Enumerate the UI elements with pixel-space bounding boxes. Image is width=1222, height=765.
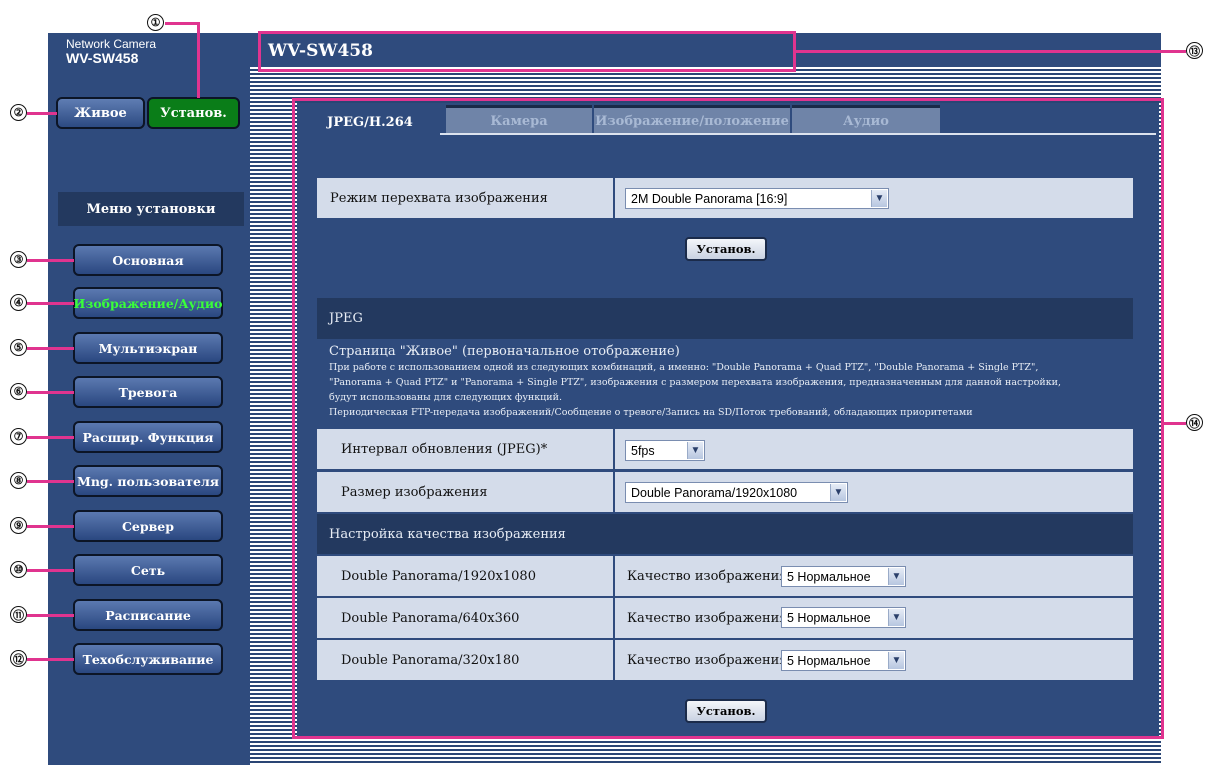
- callout-6: ⑥: [10, 383, 27, 400]
- callout-leader: [27, 347, 74, 350]
- callout-leader: [27, 112, 57, 115]
- menu-item-image-audio[interactable]: Изображение/Аудио: [73, 287, 223, 319]
- menu-item-server[interactable]: Сервер: [73, 510, 223, 542]
- brand-line1: Network Camera: [66, 37, 157, 51]
- callout-leader: [165, 22, 200, 25]
- menu-item-maintenance[interactable]: Техобслуживание: [73, 643, 223, 675]
- callout-leader: [27, 569, 74, 572]
- callout-8: ⑧: [10, 472, 27, 489]
- menu-item-network[interactable]: Сеть: [73, 554, 223, 586]
- callout-7: ⑦: [10, 428, 27, 445]
- callout-3: ③: [10, 251, 27, 268]
- callout-2: ②: [10, 104, 27, 121]
- header-highlight-box: [258, 31, 796, 72]
- live-button[interactable]: Живое: [56, 97, 145, 129]
- setup-button[interactable]: Установ.: [147, 97, 240, 129]
- setup-menu-title: Меню установки: [58, 192, 244, 226]
- callout-leader: [27, 259, 74, 262]
- callout-12: ⑫: [10, 650, 27, 667]
- callout-14: ⑭: [1186, 414, 1203, 431]
- menu-item-advanced[interactable]: Расшир. Функция: [73, 421, 223, 453]
- callout-13: ⑬: [1186, 42, 1203, 59]
- brand-model: WV-SW458: [66, 50, 139, 66]
- callout-5: ⑤: [10, 339, 27, 356]
- callout-leader: [27, 436, 74, 439]
- callout-leader: [27, 614, 74, 617]
- callout-1: ①: [147, 14, 164, 31]
- callout-4: ④: [10, 294, 27, 311]
- menu-item-user-mng[interactable]: Mng. пользователя: [73, 465, 223, 497]
- callout-leader: [197, 22, 200, 98]
- callout-leader: [1164, 422, 1186, 425]
- callout-9: ⑨: [10, 517, 27, 534]
- callout-leader: [27, 480, 74, 483]
- callout-leader: [27, 658, 74, 661]
- callout-leader: [27, 391, 74, 394]
- callout-leader: [27, 525, 74, 528]
- menu-item-schedule[interactable]: Расписание: [73, 599, 223, 631]
- menu-item-multiscreen[interactable]: Мультиэкран: [73, 332, 223, 364]
- callout-11: ⑪: [10, 606, 27, 623]
- settings-highlight-box: [292, 98, 1164, 739]
- callout-leader: [796, 50, 1186, 53]
- callout-10: ⑩: [10, 561, 27, 578]
- menu-item-alarm[interactable]: Тревога: [73, 376, 223, 408]
- callout-leader: [27, 302, 74, 305]
- menu-item-basic[interactable]: Основная: [73, 244, 223, 276]
